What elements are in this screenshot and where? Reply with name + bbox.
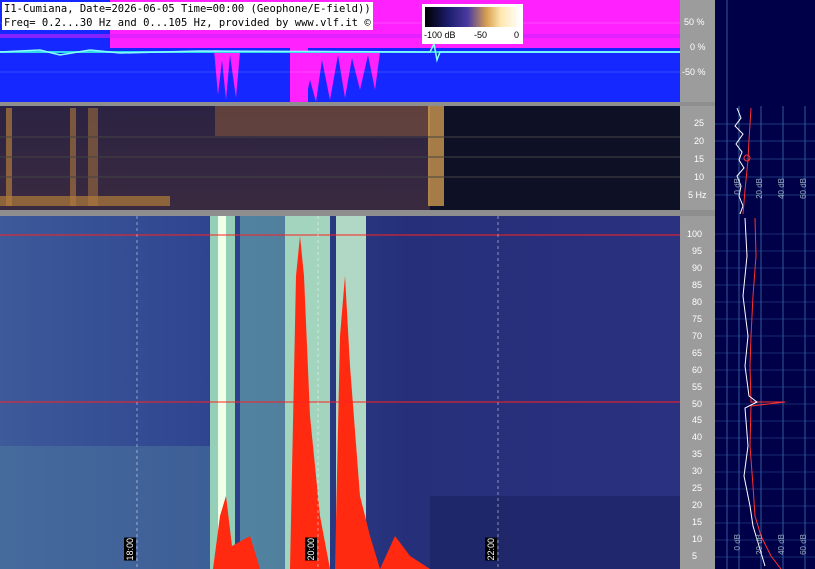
main-tick-60: 60 xyxy=(692,364,703,375)
tick-20hz: 20 xyxy=(694,136,705,146)
main-spectrogram-graphic xyxy=(0,216,680,569)
main-tick-70: 70 xyxy=(692,330,703,341)
tick-15hz: 15 xyxy=(694,154,705,164)
lower-axis-label-3: 60 dB xyxy=(799,534,808,555)
main-tick-90: 90 xyxy=(692,262,703,273)
time-mark-22: 22:00 xyxy=(485,538,497,561)
main-tick-50: 50 xyxy=(692,398,703,409)
low-freq-spectrogram xyxy=(0,106,680,210)
lower-axis-label-1: 20 dB xyxy=(755,534,764,555)
colorbar-label-min: -100 dB xyxy=(424,30,456,40)
colorbar: -100 dB -50 0 xyxy=(422,4,523,44)
tick-0pct: 0 % xyxy=(690,42,706,52)
low-freq-axis: 25 20 15 10 5 Hz xyxy=(680,106,715,210)
tick-5hz: 5 Hz xyxy=(688,190,707,200)
colorbar-gradient xyxy=(425,7,520,27)
main-tick-10: 10 xyxy=(692,534,703,545)
upper-axis-label-3: 60 dB xyxy=(799,178,808,199)
upper-axis-label-2: 40 dB xyxy=(777,178,786,199)
main-spectrogram: 18:00 20:00 22:00 xyxy=(0,216,680,569)
main-tick-100: 100 xyxy=(687,229,703,239)
main-tick-55: 55 xyxy=(692,381,703,392)
colorbar-label-max: 0 xyxy=(514,30,520,40)
main-tick-15: 15 xyxy=(692,517,703,528)
main-tick-30: 30 xyxy=(692,466,703,477)
trace-panel: I1-Cumiana, Date=2026-06-05 Time=00:00 (… xyxy=(0,0,680,102)
main-tick-20: 20 xyxy=(692,500,703,511)
lower-axis-label-2: 40 dB xyxy=(777,534,786,555)
tick-10hz: 10 xyxy=(694,172,705,182)
header-line2: Freq= 0.2...30 Hz and 0...105 Hz, provid… xyxy=(4,17,371,29)
main-tick-5: 5 xyxy=(692,551,698,562)
side-spectrum-lower: 0 dB 20 dB 40 dB 60 dB xyxy=(715,216,815,569)
main-tick-65: 65 xyxy=(692,347,703,358)
upper-axis-label-0: 0 dB xyxy=(733,178,742,195)
tick-50pct: 50 % xyxy=(684,17,705,27)
main-tick-45: 45 xyxy=(692,415,703,426)
upper-axis-label-1: 20 dB xyxy=(755,178,764,199)
low-freq-graphic xyxy=(0,106,680,210)
header-text: I1-Cumiana, Date=2026-06-05 Time=00:00 (… xyxy=(2,2,373,30)
tick-neg50pct: -50 % xyxy=(682,67,706,77)
time-mark-18: 18:00 xyxy=(124,538,136,561)
main-tick-95: 95 xyxy=(692,245,703,256)
time-mark-20: 20:00 xyxy=(305,538,317,561)
main-freq-axis: 100 95 90 85 80 75 70 65 60 55 50 45 40 35 30 25 20 15 10 5 xyxy=(680,216,715,569)
main-tick-75: 75 xyxy=(692,313,703,324)
main-tick-40: 40 xyxy=(692,432,703,443)
main-tick-85: 85 xyxy=(692,279,703,290)
main-tick-25: 25 xyxy=(692,483,703,494)
trace-axis: 50 % 0 % -50 % xyxy=(680,0,715,102)
side-lower-graphic xyxy=(715,216,815,569)
screen: I1-Cumiana, Date=2026-06-05 Time=00:00 (… xyxy=(0,0,815,569)
side-spectrum-upper: 0 dB 20 dB 40 dB 60 dB xyxy=(715,0,815,216)
header-line1: I1-Cumiana, Date=2026-06-05 Time=00:00 (… xyxy=(4,3,371,15)
main-tick-80: 80 xyxy=(692,296,703,307)
main-tick-35: 35 xyxy=(692,449,703,460)
lower-axis-label-0: 0 dB xyxy=(733,534,742,551)
tick-25hz: 25 xyxy=(694,118,705,128)
colorbar-label-mid: -50 xyxy=(474,30,488,40)
